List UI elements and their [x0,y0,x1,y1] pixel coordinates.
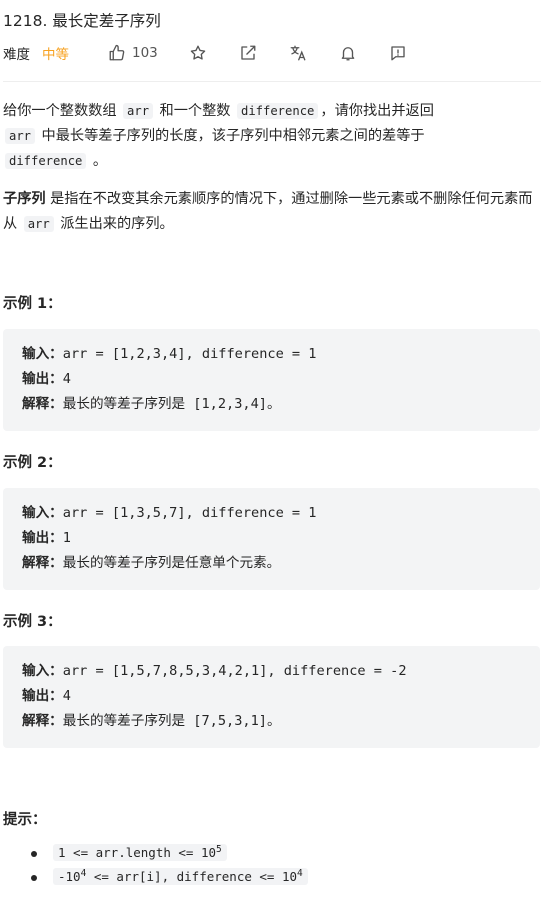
like-count: 103 [132,45,158,61]
output-label: 输出： [22,688,63,704]
subscribe-button[interactable] [339,41,357,65]
example-input: arr = [1,5,7,8,5,3,4,2,1], difference = … [62,663,407,679]
bullet-icon [31,875,37,881]
explain-label: 解释： [22,396,63,412]
share-button[interactable] [239,41,257,65]
example-input: arr = [1,3,5,7], difference = 1 [62,505,317,521]
desc-text: 给你一个整数数组 [3,103,122,119]
bell-icon [341,47,355,61]
inline-code: difference [5,153,87,169]
hint-text: -10 [58,869,81,884]
desc-text: 派生出来的序列。 [55,216,174,232]
header-divider [3,81,541,82]
input-label: 输入： [22,346,63,362]
translate-icon [290,45,306,61]
inline-code: arr [123,103,154,119]
hint-exponent: 4 [297,867,303,879]
example-explanation: 最长的等差子序列是任意单个元素。 [62,555,281,571]
desc-text: ，请你找出并返回 [320,103,434,119]
hints-heading: 提示： [3,812,47,828]
description-paragraph-1: 给你一个整数数组 arr 和一个整数 difference ，请你找出并返回 arr… [3,99,541,174]
example-explanation: 最长的等差子序列是 [1,2,3,4]。 [62,396,281,412]
desc-text: 中最长等差子序列的长度，该子序列中相邻元素之间的差等于 [37,128,425,144]
hint-item: -104 <= arr[i], difference <= 104 [3,866,308,890]
description-paragraph-2: 子序列 是指在不改变其余元素顺序的情况下，通过删除一些元素或不删除任何元素而从 … [3,187,541,237]
hint-constraint: -104 <= arr[i], difference <= 104 [53,868,308,885]
example-1-heading: 示例 1： [3,296,62,312]
example-output: 1 [62,530,71,546]
desc-text: 。 [88,153,108,169]
feedback-button[interactable] [389,41,407,65]
inline-code: difference [237,103,319,119]
example-output: 4 [62,688,71,704]
explain-label: 解释： [22,713,63,729]
desc-bold-term: 子序列 [3,191,46,207]
inline-code: arr [5,128,36,144]
favorite-button[interactable] [189,41,207,65]
share-icon [241,45,256,60]
hints-list: 1 <= arr.length <= 105 -10 4 <= arr[i], d… [3,842,308,890]
example-2-block: 输入：arr = [1,3,5,7], difference = 1 输出：1 … [3,488,540,590]
bullet-icon [31,851,37,857]
hint-text: <= arr[i], difference <= 10 [86,869,298,884]
hint-text: 1 <= arr.length <= 10 [58,845,217,860]
output-label: 输出： [22,371,63,387]
example-2-heading: 示例 2： [3,455,62,471]
feedback-icon [391,46,405,61]
example-1-block: 输入：arr = [1,2,3,4], difference = 1 输出：4 … [3,329,540,431]
example-output: 4 [62,371,71,387]
problem-title: 1218. 最长定差子序列 [3,12,161,30]
example-3-block: 输入：arr = [1,5,7,8,5,3,4,2,1], difference… [3,646,540,748]
example-3-heading: 示例 3： [3,614,62,630]
input-label: 输入： [22,505,63,521]
desc-text: 和一个整数 [155,103,235,119]
hint-item: 1 <= arr.length <= 105 [3,842,308,866]
translate-button[interactable] [289,41,307,65]
inline-code: arr [23,216,54,232]
example-input: arr = [1,2,3,4], difference = 1 [62,346,317,362]
star-icon [190,45,206,60]
input-label: 输入： [22,663,63,679]
output-label: 输出： [22,530,63,546]
explain-label: 解释： [22,555,63,571]
hint-constraint: 1 <= arr.length <= 105 [53,844,227,861]
hint-exponent: 5 [216,843,222,855]
thumbs-up-icon [109,44,125,61]
like-button[interactable]: 103 [108,41,158,65]
difficulty-label: 难度 [3,47,30,63]
problem-meta-bar: 难度 中等 103 [3,41,541,65]
example-explanation: 最长的等差子序列是 [7,5,3,1]。 [62,713,281,729]
difficulty-badge: 中等 [42,47,69,63]
